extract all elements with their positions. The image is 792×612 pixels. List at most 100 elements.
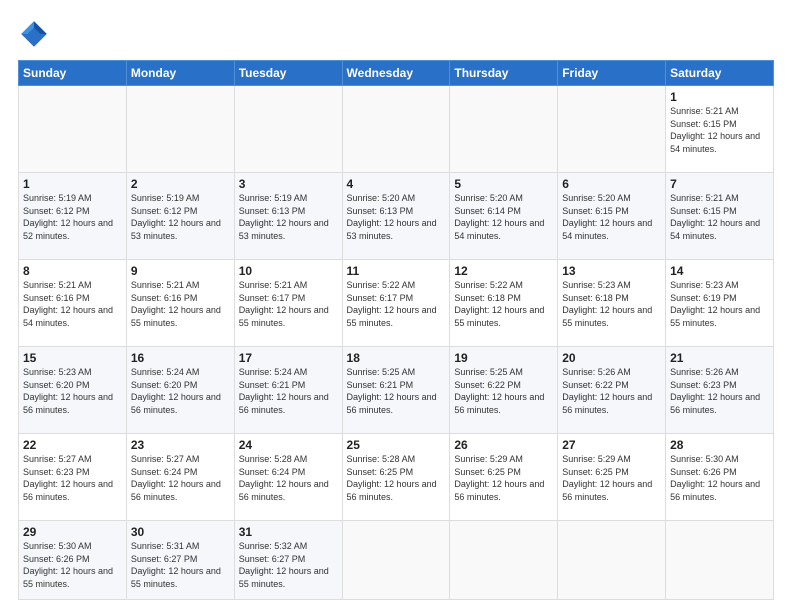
calendar-cell: 12 Sunrise: 5:22 AMSunset: 6:18 PMDaylig… [450, 260, 558, 347]
calendar-cell: 14 Sunrise: 5:23 AMSunset: 6:19 PMDaylig… [666, 260, 774, 347]
day-number: 18 [347, 351, 446, 365]
calendar-cell: 23 Sunrise: 5:27 AMSunset: 6:24 PMDaylig… [126, 434, 234, 521]
day-info: Sunrise: 5:19 AMSunset: 6:13 PMDaylight:… [239, 193, 329, 241]
calendar-cell: 4 Sunrise: 5:20 AMSunset: 6:13 PMDayligh… [342, 173, 450, 260]
day-number: 29 [23, 525, 122, 539]
day-info: Sunrise: 5:25 AMSunset: 6:22 PMDaylight:… [454, 367, 544, 415]
day-number: 25 [347, 438, 446, 452]
day-info: Sunrise: 5:24 AMSunset: 6:20 PMDaylight:… [131, 367, 221, 415]
calendar-cell: 15 Sunrise: 5:23 AMSunset: 6:20 PMDaylig… [19, 347, 127, 434]
day-info: Sunrise: 5:19 AMSunset: 6:12 PMDaylight:… [23, 193, 113, 241]
day-number: 30 [131, 525, 230, 539]
calendar-header-row: SundayMondayTuesdayWednesdayThursdayFrid… [19, 61, 774, 86]
calendar-cell [19, 86, 127, 173]
day-info: Sunrise: 5:29 AMSunset: 6:25 PMDaylight:… [454, 454, 544, 502]
calendar-cell: 16 Sunrise: 5:24 AMSunset: 6:20 PMDaylig… [126, 347, 234, 434]
day-number: 27 [562, 438, 661, 452]
calendar-week-row: 29 Sunrise: 5:30 AMSunset: 6:26 PMDaylig… [19, 521, 774, 600]
col-header-thursday: Thursday [450, 61, 558, 86]
col-header-sunday: Sunday [19, 61, 127, 86]
day-number: 22 [23, 438, 122, 452]
logo-icon [18, 18, 50, 50]
calendar-cell [234, 86, 342, 173]
day-info: Sunrise: 5:30 AMSunset: 6:26 PMDaylight:… [23, 541, 113, 589]
day-number: 14 [670, 264, 769, 278]
day-number: 1 [23, 177, 122, 191]
day-info: Sunrise: 5:20 AMSunset: 6:14 PMDaylight:… [454, 193, 544, 241]
day-info: Sunrise: 5:23 AMSunset: 6:20 PMDaylight:… [23, 367, 113, 415]
calendar-week-row: 22 Sunrise: 5:27 AMSunset: 6:23 PMDaylig… [19, 434, 774, 521]
calendar-cell [558, 521, 666, 600]
day-number: 16 [131, 351, 230, 365]
calendar-cell: 18 Sunrise: 5:25 AMSunset: 6:21 PMDaylig… [342, 347, 450, 434]
calendar-table: SundayMondayTuesdayWednesdayThursdayFrid… [18, 60, 774, 600]
day-info: Sunrise: 5:27 AMSunset: 6:23 PMDaylight:… [23, 454, 113, 502]
day-info: Sunrise: 5:28 AMSunset: 6:25 PMDaylight:… [347, 454, 437, 502]
calendar-cell: 17 Sunrise: 5:24 AMSunset: 6:21 PMDaylig… [234, 347, 342, 434]
col-header-friday: Friday [558, 61, 666, 86]
day-number: 20 [562, 351, 661, 365]
calendar-cell: 24 Sunrise: 5:28 AMSunset: 6:24 PMDaylig… [234, 434, 342, 521]
calendar-cell: 9 Sunrise: 5:21 AMSunset: 6:16 PMDayligh… [126, 260, 234, 347]
day-info: Sunrise: 5:21 AMSunset: 6:17 PMDaylight:… [239, 280, 329, 328]
calendar-cell: 27 Sunrise: 5:29 AMSunset: 6:25 PMDaylig… [558, 434, 666, 521]
day-info: Sunrise: 5:25 AMSunset: 6:21 PMDaylight:… [347, 367, 437, 415]
day-info: Sunrise: 5:31 AMSunset: 6:27 PMDaylight:… [131, 541, 221, 589]
col-header-monday: Monday [126, 61, 234, 86]
day-number: 23 [131, 438, 230, 452]
calendar-cell: 22 Sunrise: 5:27 AMSunset: 6:23 PMDaylig… [19, 434, 127, 521]
day-number: 19 [454, 351, 553, 365]
calendar-week-row: 1 Sunrise: 5:19 AMSunset: 6:12 PMDayligh… [19, 173, 774, 260]
calendar-week-row: 1 Sunrise: 5:21 AMSunset: 6:15 PMDayligh… [19, 86, 774, 173]
day-number: 9 [131, 264, 230, 278]
day-number: 3 [239, 177, 338, 191]
calendar-cell: 31 Sunrise: 5:32 AMSunset: 6:27 PMDaylig… [234, 521, 342, 600]
day-number: 15 [23, 351, 122, 365]
page: SundayMondayTuesdayWednesdayThursdayFrid… [0, 0, 792, 612]
day-info: Sunrise: 5:27 AMSunset: 6:24 PMDaylight:… [131, 454, 221, 502]
calendar-cell [558, 86, 666, 173]
calendar-cell: 7 Sunrise: 5:21 AMSunset: 6:15 PMDayligh… [666, 173, 774, 260]
calendar-week-row: 15 Sunrise: 5:23 AMSunset: 6:20 PMDaylig… [19, 347, 774, 434]
day-number: 21 [670, 351, 769, 365]
day-number: 7 [670, 177, 769, 191]
day-info: Sunrise: 5:24 AMSunset: 6:21 PMDaylight:… [239, 367, 329, 415]
col-header-tuesday: Tuesday [234, 61, 342, 86]
calendar-cell: 6 Sunrise: 5:20 AMSunset: 6:15 PMDayligh… [558, 173, 666, 260]
day-info: Sunrise: 5:21 AMSunset: 6:16 PMDaylight:… [23, 280, 113, 328]
day-info: Sunrise: 5:29 AMSunset: 6:25 PMDaylight:… [562, 454, 652, 502]
calendar-cell [342, 86, 450, 173]
day-info: Sunrise: 5:20 AMSunset: 6:13 PMDaylight:… [347, 193, 437, 241]
day-number: 10 [239, 264, 338, 278]
calendar-cell: 21 Sunrise: 5:26 AMSunset: 6:23 PMDaylig… [666, 347, 774, 434]
day-number: 6 [562, 177, 661, 191]
day-info: Sunrise: 5:21 AMSunset: 6:15 PMDaylight:… [670, 193, 760, 241]
day-number: 28 [670, 438, 769, 452]
day-info: Sunrise: 5:26 AMSunset: 6:22 PMDaylight:… [562, 367, 652, 415]
calendar-cell: 1 Sunrise: 5:21 AMSunset: 6:15 PMDayligh… [666, 86, 774, 173]
calendar-cell: 25 Sunrise: 5:28 AMSunset: 6:25 PMDaylig… [342, 434, 450, 521]
day-number: 26 [454, 438, 553, 452]
day-number: 1 [670, 90, 769, 104]
day-number: 24 [239, 438, 338, 452]
day-info: Sunrise: 5:20 AMSunset: 6:15 PMDaylight:… [562, 193, 652, 241]
calendar-cell: 13 Sunrise: 5:23 AMSunset: 6:18 PMDaylig… [558, 260, 666, 347]
day-info: Sunrise: 5:22 AMSunset: 6:18 PMDaylight:… [454, 280, 544, 328]
day-info: Sunrise: 5:23 AMSunset: 6:18 PMDaylight:… [562, 280, 652, 328]
calendar-cell: 30 Sunrise: 5:31 AMSunset: 6:27 PMDaylig… [126, 521, 234, 600]
calendar-cell [666, 521, 774, 600]
day-info: Sunrise: 5:30 AMSunset: 6:26 PMDaylight:… [670, 454, 760, 502]
day-info: Sunrise: 5:19 AMSunset: 6:12 PMDaylight:… [131, 193, 221, 241]
calendar-cell: 1 Sunrise: 5:19 AMSunset: 6:12 PMDayligh… [19, 173, 127, 260]
calendar-cell [450, 521, 558, 600]
calendar-cell: 8 Sunrise: 5:21 AMSunset: 6:16 PMDayligh… [19, 260, 127, 347]
day-number: 17 [239, 351, 338, 365]
day-number: 5 [454, 177, 553, 191]
day-number: 11 [347, 264, 446, 278]
calendar-week-row: 8 Sunrise: 5:21 AMSunset: 6:16 PMDayligh… [19, 260, 774, 347]
col-header-saturday: Saturday [666, 61, 774, 86]
calendar-cell [342, 521, 450, 600]
calendar-cell: 10 Sunrise: 5:21 AMSunset: 6:17 PMDaylig… [234, 260, 342, 347]
calendar-cell: 20 Sunrise: 5:26 AMSunset: 6:22 PMDaylig… [558, 347, 666, 434]
calendar-cell: 29 Sunrise: 5:30 AMSunset: 6:26 PMDaylig… [19, 521, 127, 600]
